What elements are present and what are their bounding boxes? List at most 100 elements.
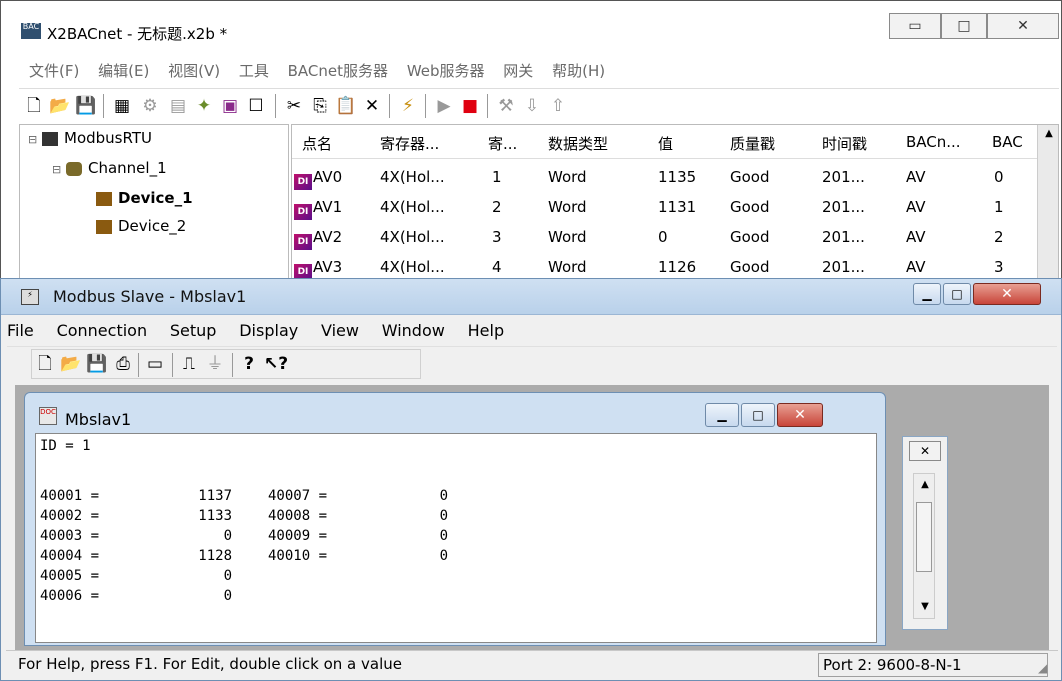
add-channel-icon[interactable]: ⚙ [139, 95, 161, 117]
menu-tools[interactable]: 工具 [239, 58, 269, 84]
load-icon[interactable]: ⇩ [521, 95, 543, 117]
stop-icon[interactable]: ■ [459, 95, 481, 117]
table-row[interactable]: DI AV2 4X(Hol... 3 Word 0 Good 201... AV … [292, 223, 1037, 253]
minimize-button[interactable]: ▁ [705, 403, 739, 427]
close-button[interactable]: ✕ [973, 283, 1041, 305]
register-value[interactable]: 0 [386, 548, 448, 564]
table-row[interactable]: DI AV0 4X(Hol... 1 Word 1135 Good 201... … [292, 163, 1037, 193]
tree-node-modbusrtu[interactable]: ⊟ ModbusRTU [28, 129, 152, 147]
quick-client-icon[interactable]: ⚡ [397, 95, 419, 117]
menu-display[interactable]: Display [239, 317, 298, 345]
table-row[interactable]: DI AV1 4X(Hol... 2 Word 1131 Good 201... … [292, 193, 1037, 223]
menu-connection[interactable]: Connection [57, 317, 148, 345]
minimize-button[interactable]: ▁ [913, 283, 941, 305]
add-tag-icon[interactable]: ✦ [193, 95, 215, 117]
tree-channel-label: Channel_1 [88, 159, 167, 177]
column-header-address[interactable]: 寄... [488, 133, 517, 154]
window-icon[interactable]: ▭ [144, 353, 166, 375]
x2bacnet-titlebar[interactable]: BAC X2BACnet - 无标题.x2b * ▭ □ ✕ [1, 1, 1061, 56]
connect-icon[interactable]: ⎍ [178, 353, 200, 375]
register-value[interactable]: 0 [170, 568, 232, 584]
tree-node-device-1[interactable]: Device_1 [96, 189, 193, 207]
close-button[interactable]: ✕ [909, 441, 941, 461]
register-value[interactable]: 0 [386, 508, 448, 524]
paste-icon[interactable]: 📋 [335, 95, 357, 117]
column-header-quality[interactable]: 质量戳 [730, 133, 775, 154]
add-device-icon[interactable]: ▤ [167, 95, 189, 117]
menu-file[interactable]: File [7, 317, 34, 345]
register-value[interactable]: 0 [386, 528, 448, 544]
menu-setup[interactable]: Setup [170, 317, 217, 345]
maximize-button[interactable]: □ [741, 403, 775, 427]
register-address: 40009 = [268, 528, 328, 544]
table-row[interactable]: DI AV3 4X(Hol... 4 Word 1126 Good 201... … [292, 253, 1037, 279]
edit-tag-icon[interactable]: ▣ [219, 95, 241, 117]
modbus-slave-app-icon: ⚡ [21, 289, 39, 305]
maximize-button[interactable]: □ [941, 13, 987, 39]
menu-help[interactable]: Help [468, 317, 504, 345]
register-value[interactable]: 1128 [170, 548, 232, 564]
context-help-icon[interactable]: ↖? [264, 353, 288, 375]
register-value[interactable]: 0 [170, 588, 232, 604]
maximize-button[interactable]: □ [943, 283, 971, 305]
menu-file[interactable]: 文件(F) [29, 58, 79, 84]
cell-address: 3 [492, 228, 502, 246]
menu-bacnet-server[interactable]: BACnet服务器 [288, 58, 388, 84]
tree-device-label: Device_1 [118, 189, 193, 207]
save-icon[interactable]: 💾 [75, 95, 97, 117]
scroll-down-icon[interactable]: ▼ [914, 598, 936, 616]
run-icon[interactable]: ▶ [433, 95, 455, 117]
menu-edit[interactable]: 编辑(E) [98, 58, 149, 84]
menu-help[interactable]: 帮助(H) [552, 58, 605, 84]
scroll-up-icon[interactable]: ▲ [914, 476, 936, 494]
column-header-timestamp[interactable]: 时间戳 [822, 133, 867, 154]
column-header-bacnet-type[interactable]: BACn... [906, 133, 961, 151]
scroll-up-icon[interactable]: ▲ [1038, 125, 1058, 143]
open-folder-icon[interactable]: 📂 [60, 353, 82, 375]
scroll-thumb[interactable] [916, 502, 932, 572]
cell-value: 1131 [658, 198, 697, 216]
add-driver-icon[interactable]: ▦ [111, 95, 133, 117]
menu-web-server[interactable]: Web服务器 [407, 58, 485, 84]
register-value[interactable]: 1137 [170, 488, 232, 504]
print-icon[interactable]: ⎙ [112, 353, 134, 375]
resize-grip-icon[interactable]: ◢ [1038, 661, 1047, 675]
properties-icon[interactable]: ☐ [245, 95, 267, 117]
copy-icon[interactable]: ⎘ [309, 95, 331, 117]
upload-icon[interactable]: ⇧ [547, 95, 569, 117]
tree-node-device-2[interactable]: Device_2 [96, 217, 186, 235]
cut-icon[interactable]: ✂ [283, 95, 305, 117]
cell-value: 1126 [658, 258, 697, 276]
child-scrollbar[interactable]: ▲ ▼ [913, 473, 935, 619]
register-address: 40002 = [40, 508, 100, 524]
delete-icon[interactable]: ✕ [361, 95, 383, 117]
menu-view[interactable]: View [321, 317, 359, 345]
open-folder-icon[interactable]: 📂 [49, 95, 71, 117]
column-header-name[interactable]: 点名 [302, 133, 332, 154]
about-icon[interactable]: ? [238, 353, 260, 375]
tools-icon[interactable]: ⚒ [495, 95, 517, 117]
menu-view[interactable]: 视图(V) [168, 58, 220, 84]
close-button[interactable]: ✕ [777, 403, 823, 427]
column-header-value[interactable]: 值 [658, 133, 673, 154]
column-header-datatype[interactable]: 数据类型 [548, 133, 608, 154]
new-file-icon[interactable]: 🗋 [23, 95, 45, 117]
cell-bacnet-type: AV [906, 258, 926, 276]
menu-window[interactable]: Window [382, 317, 445, 345]
cell-quality: Good [730, 198, 770, 216]
save-icon[interactable]: 💾 [86, 353, 108, 375]
register-value[interactable]: 1133 [170, 508, 232, 524]
modbus-slave-titlebar[interactable]: ⚡ Modbus Slave - Mbslav1 ▁ □ ✕ [1, 279, 1061, 315]
close-button[interactable]: ✕ [987, 13, 1059, 39]
grid-scrollbar[interactable]: ▲ [1037, 125, 1058, 279]
column-header-register[interactable]: 寄存器... [380, 133, 439, 154]
column-header-bacnet-instance[interactable]: BAC [992, 133, 1023, 151]
menu-gateway[interactable]: 网关 [503, 58, 533, 84]
minimize-button[interactable]: ▭ [889, 13, 941, 39]
tree-node-channel[interactable]: ⊟ Channel_1 [52, 159, 167, 177]
new-file-icon[interactable]: 🗋 [34, 353, 56, 375]
register-value[interactable]: 0 [386, 488, 448, 504]
disconnect-icon[interactable]: ⏚ [204, 353, 226, 375]
register-value[interactable]: 0 [170, 528, 232, 544]
tag-grid: 点名 寄存器... 寄... 数据类型 值 质量戳 时间戳 BACn... BA… [291, 124, 1059, 280]
